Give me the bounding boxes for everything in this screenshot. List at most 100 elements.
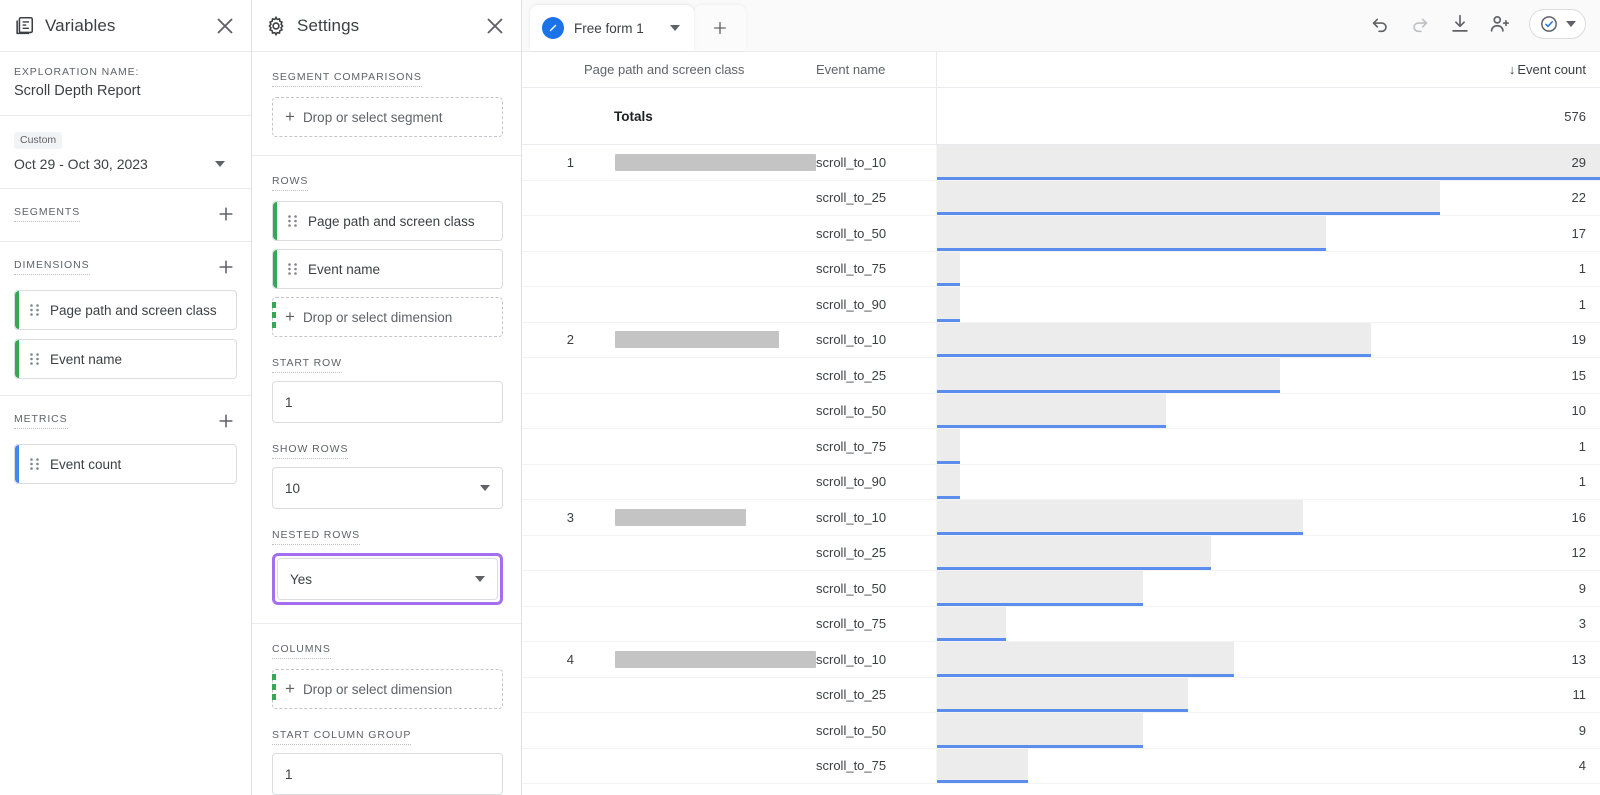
row-index — [522, 394, 584, 429]
drag-handle-icon[interactable] — [29, 303, 40, 317]
table-row[interactable]: scroll_to_753 — [522, 607, 1600, 643]
cell-event-name: scroll_to_75 — [816, 749, 936, 784]
exploration-name-value[interactable]: Scroll Depth Report — [14, 83, 237, 99]
check-circle-icon-button[interactable] — [1529, 9, 1586, 39]
row-dimension-page-path[interactable]: Page path and screen class — [272, 201, 503, 241]
table-row[interactable]: scroll_to_90 1 — [522, 465, 1600, 501]
drop-or-select-segment[interactable]: + Drop or select segment — [272, 97, 503, 137]
close-icon[interactable] — [483, 14, 507, 38]
totals-label: Totals — [584, 88, 816, 144]
add-tab-button[interactable] — [694, 5, 746, 51]
share-add-user-icon[interactable] — [1489, 13, 1511, 35]
chevron-down-icon[interactable] — [670, 25, 680, 31]
cell-event-count: 16 — [936, 500, 1600, 535]
show-rows-select[interactable]: 10 — [272, 467, 503, 509]
table-row[interactable]: scroll_to_5010 — [522, 394, 1600, 430]
redacted-page-path — [615, 154, 816, 171]
nested-rows-select[interactable]: Yes — [277, 558, 498, 600]
drag-handle-icon[interactable] — [287, 214, 298, 228]
start-row-input[interactable]: 1 — [272, 381, 503, 423]
table-row[interactable]: scroll_to_2515 — [522, 358, 1600, 394]
drag-handle-icon[interactable] — [287, 262, 298, 276]
event-count-value: 1 — [1579, 474, 1600, 489]
variable-dimension-page-path[interactable]: Page path and screen class — [14, 290, 237, 330]
event-count-value: 1 — [1579, 261, 1600, 276]
event-count-value: 1 — [1579, 439, 1600, 454]
event-count-value: 3 — [1579, 616, 1600, 631]
variable-metric-event-count[interactable]: Event count — [14, 444, 237, 484]
add-segment-button[interactable] — [215, 203, 237, 225]
variable-dimension-label: Event name — [50, 351, 122, 368]
close-icon[interactable] — [213, 14, 237, 38]
show-rows-label: SHOW ROWS — [272, 443, 348, 459]
tab-bar: Free form 1 — [522, 0, 1600, 52]
table-row[interactable]: scroll_to_509 — [522, 571, 1600, 607]
redacted-page-path — [615, 331, 779, 348]
table-row[interactable]: scroll_to_2511 — [522, 678, 1600, 714]
table-row[interactable]: 4scroll_to_1013 — [522, 642, 1600, 678]
table-row[interactable]: scroll_to_901 — [522, 287, 1600, 323]
add-dimension-button[interactable] — [215, 256, 237, 278]
cell-event-name: scroll_to_75 — [816, 252, 936, 287]
drop-segment-label: Drop or select segment — [303, 110, 443, 125]
start-column-group-input[interactable]: 1 — [272, 753, 503, 795]
table-row[interactable]: 2scroll_to_1019 — [522, 323, 1600, 359]
cell-page-path — [584, 216, 816, 251]
table-row[interactable]: scroll_to_75 1 — [522, 429, 1600, 465]
add-metric-button[interactable] — [215, 410, 237, 432]
date-range-box[interactable]: Custom Oct 29 - Oct 30, 2023 — [0, 116, 251, 189]
event-count-value: 9 — [1579, 581, 1600, 596]
bar-fill — [937, 500, 1303, 532]
table-row[interactable]: 3scroll_to_1016 — [522, 500, 1600, 536]
bar-indicator — [937, 212, 1440, 215]
cell-event-count: 3 — [936, 607, 1600, 642]
cell-event-count: 1 — [936, 465, 1600, 500]
cell-page-path — [584, 181, 816, 216]
columns-section: COLUMNS + Drop or select dimension START… — [252, 624, 521, 795]
bar-fill — [937, 252, 960, 284]
redo-icon[interactable] — [1409, 13, 1431, 35]
cell-event-count: 1 — [936, 287, 1600, 322]
drag-handle-icon[interactable] — [29, 352, 40, 366]
table-row[interactable]: scroll_to_2512 — [522, 536, 1600, 572]
table-row[interactable]: scroll_to_75 1 — [522, 252, 1600, 288]
column-header-event-name[interactable]: Event name — [816, 52, 936, 87]
bar-indicator — [937, 709, 1188, 712]
variable-dimension-event-name[interactable]: Event name — [14, 339, 237, 379]
table-row[interactable]: 1scroll_to_1029 — [522, 145, 1600, 181]
free-form-table: Page path and screen class Event name ↓E… — [522, 52, 1600, 795]
chevron-down-icon[interactable] — [215, 161, 225, 167]
columns-drop-or-select-dimension[interactable]: + Drop or select dimension — [272, 669, 503, 709]
cell-page-path — [584, 465, 816, 500]
cell-page-path — [584, 536, 816, 571]
bar-indicator — [937, 674, 1234, 677]
column-header-event-count[interactable]: ↓Event count — [936, 52, 1600, 87]
cell-event-name: scroll_to_75 — [816, 429, 936, 464]
date-range-badge: Custom — [14, 132, 62, 149]
event-count-value: 19 — [1572, 332, 1600, 347]
cell-event-name: scroll_to_50 — [816, 216, 936, 251]
table-row[interactable]: scroll_to_2522 — [522, 181, 1600, 217]
rows-drop-or-select-dimension[interactable]: + Drop or select dimension — [272, 297, 503, 337]
bar-indicator — [937, 283, 960, 286]
event-count-value: 11 — [1573, 687, 1600, 702]
cell-page-path — [584, 713, 816, 748]
cell-event-count: 22 — [936, 181, 1600, 216]
cell-event-name: scroll_to_90 — [816, 465, 936, 500]
chevron-down-icon — [475, 576, 485, 582]
bar-indicator — [937, 354, 1371, 357]
undo-icon[interactable] — [1369, 13, 1391, 35]
download-icon[interactable] — [1449, 13, 1471, 35]
row-index — [522, 252, 584, 287]
tab-free-form-1[interactable]: Free form 1 — [530, 5, 694, 51]
row-dimension-event-name[interactable]: Event name — [272, 249, 503, 289]
table-row[interactable]: scroll_to_754 — [522, 749, 1600, 785]
table-row[interactable]: scroll_to_5017 — [522, 216, 1600, 252]
dimensions-section: DIMENSIONS Page path and screen class Ev — [0, 242, 251, 396]
drag-handle-icon[interactable] — [29, 457, 40, 471]
table-row[interactable]: scroll_to_509 — [522, 713, 1600, 749]
row-index — [522, 358, 584, 393]
column-header-page-path[interactable]: Page path and screen class — [584, 52, 816, 87]
row-index — [522, 607, 584, 642]
bar-fill — [937, 323, 1371, 355]
